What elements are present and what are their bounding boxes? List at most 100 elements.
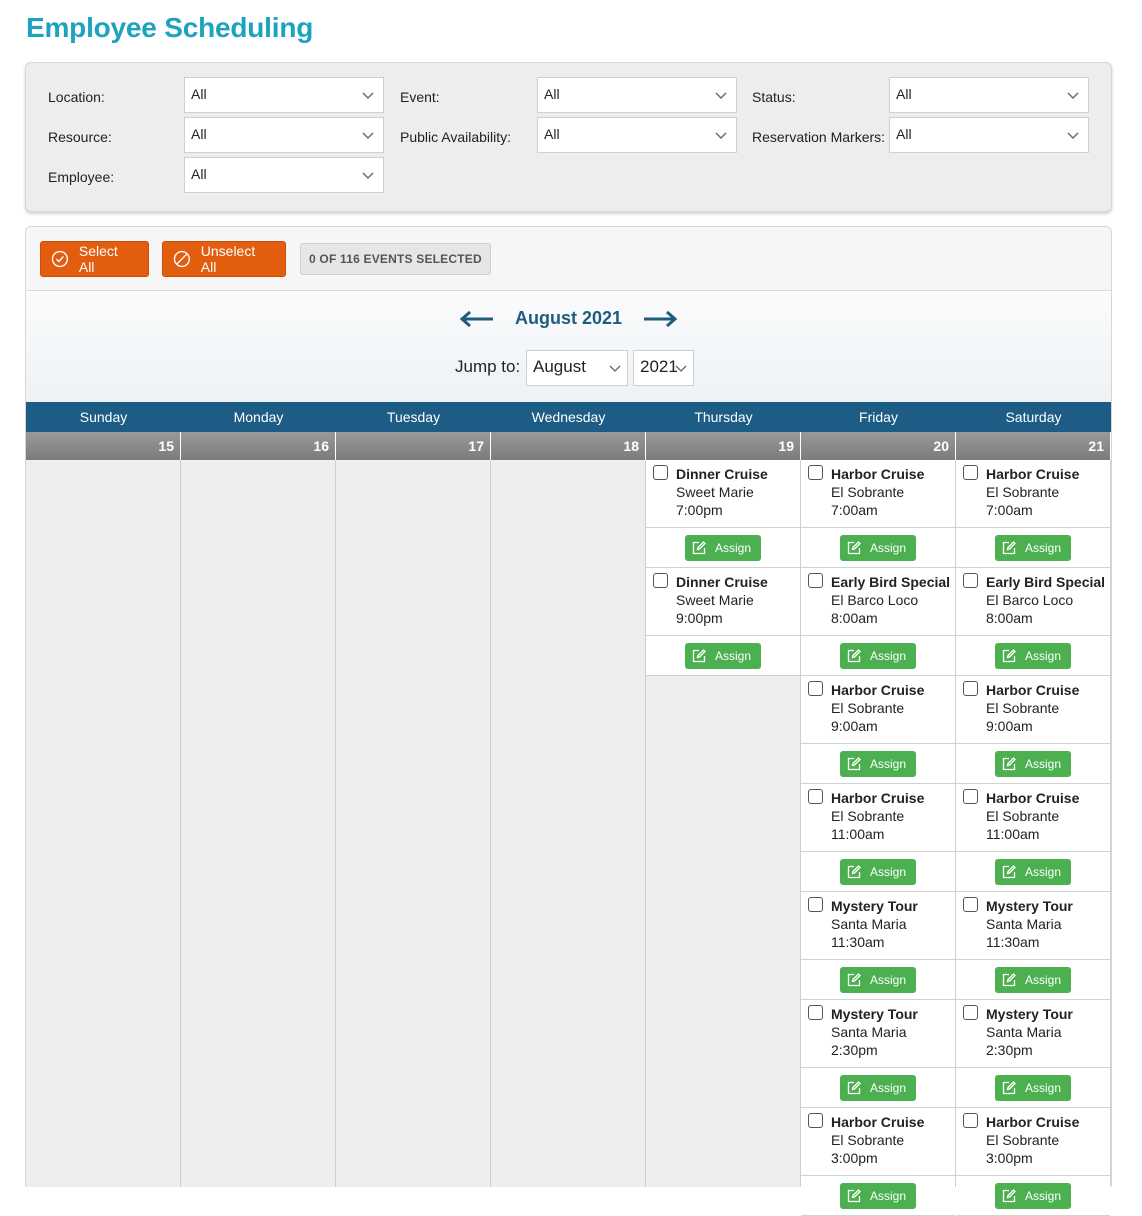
assign-button[interactable]: Assign	[840, 751, 916, 777]
date-header: 15 16 17 18 19 20 21	[26, 432, 1111, 460]
chevron-down-icon	[362, 132, 374, 139]
assign-button[interactable]: Assign	[995, 859, 1071, 885]
event-checkbox[interactable]	[963, 681, 978, 696]
arrow-right-icon[interactable]	[643, 310, 677, 328]
event-time: 8:00am	[831, 610, 878, 626]
assign-button[interactable]: Assign	[685, 535, 761, 561]
event-checkbox[interactable]	[808, 789, 823, 804]
edit-icon	[1002, 649, 1016, 663]
assign-row: Assign	[801, 852, 955, 892]
event-checkbox[interactable]	[808, 897, 823, 912]
weekday-monday: Monday	[233, 409, 284, 425]
assign-button[interactable]: Assign	[840, 859, 916, 885]
event-name: Harbor Cruise	[986, 790, 1080, 806]
event-item: Harbor Cruise El Sobrante 9:00am	[956, 676, 1110, 744]
event-time: 11:00am	[831, 826, 885, 842]
calendar-panel: Select All Unselect All 0 OF 116 EVENTS …	[25, 226, 1112, 1216]
event-vessel: Santa Maria	[986, 1024, 1062, 1040]
jump-year-value: 2021	[640, 357, 678, 376]
event-name: Early Bird Special	[986, 574, 1106, 590]
event-vessel: Santa Maria	[986, 916, 1062, 932]
assign-button[interactable]: Assign	[840, 643, 916, 669]
chevron-down-icon	[715, 92, 727, 99]
jump-year-select[interactable]: 2021	[633, 350, 694, 386]
jump-month-select[interactable]: August	[526, 350, 628, 386]
event-checkbox[interactable]	[808, 465, 823, 480]
reservation-markers-select[interactable]: All	[889, 117, 1089, 153]
event-name: Harbor Cruise	[831, 790, 925, 806]
resource-value: All	[191, 126, 207, 142]
edit-icon	[1002, 1189, 1016, 1203]
event-checkbox[interactable]	[963, 789, 978, 804]
month-title: August 2021	[514, 308, 623, 328]
edit-icon	[1002, 541, 1016, 555]
assign-row: Assign	[801, 636, 955, 676]
event-time: 7:00pm	[676, 502, 723, 518]
assign-row: Assign	[956, 1176, 1110, 1216]
status-select[interactable]: All	[889, 77, 1089, 113]
public-availability-select[interactable]: All	[537, 117, 737, 153]
event-time: 9:00pm	[676, 610, 723, 626]
assign-label: Assign	[1025, 649, 1062, 663]
day-column-filler	[646, 676, 800, 1187]
edit-icon	[847, 541, 861, 555]
event-checkbox[interactable]	[808, 1005, 823, 1020]
assign-row: Assign	[956, 636, 1110, 676]
event-checkbox[interactable]	[963, 465, 978, 480]
event-item: Dinner Cruise Sweet Marie 9:00pm	[646, 568, 800, 636]
day-column: Dinner Cruise Sweet Marie 7:00pm Assign Dinn…	[646, 460, 801, 1187]
assign-button[interactable]: Assign	[995, 751, 1071, 777]
assign-button[interactable]: Assign	[840, 1075, 916, 1101]
assign-label: Assign	[1025, 973, 1062, 987]
jump-month-value: August	[533, 357, 586, 376]
weekday-thursday: Thursday	[694, 409, 753, 425]
event-checkbox[interactable]	[808, 1113, 823, 1128]
assign-button[interactable]: Assign	[840, 1183, 916, 1209]
event-name: Harbor Cruise	[986, 466, 1080, 482]
event-name: Dinner Cruise	[676, 466, 768, 482]
chevron-down-icon	[1067, 92, 1079, 99]
check-circle-icon	[51, 250, 69, 268]
assign-button[interactable]: Assign	[995, 643, 1071, 669]
assign-row: Assign	[801, 1068, 955, 1108]
event-name: Mystery Tour	[831, 898, 918, 914]
edit-icon	[847, 1081, 861, 1095]
assign-button[interactable]: Assign	[840, 967, 916, 993]
unselect-all-button[interactable]: Unselect All	[162, 241, 286, 277]
event-item: Mystery Tour Santa Maria 2:30pm	[801, 1000, 955, 1068]
assign-button[interactable]: Assign	[995, 535, 1071, 561]
event-checkbox[interactable]	[653, 465, 668, 480]
assign-button[interactable]: Assign	[995, 1075, 1071, 1101]
employee-select[interactable]: All	[184, 157, 384, 193]
event-item: Mystery Tour Santa Maria 11:30am	[956, 892, 1110, 960]
event-time: 7:00am	[831, 502, 878, 518]
location-select[interactable]: All	[184, 77, 384, 113]
select-all-button[interactable]: Select All	[40, 241, 149, 277]
event-checkbox[interactable]	[653, 573, 668, 588]
event-value: All	[544, 86, 560, 102]
event-checkbox[interactable]	[808, 573, 823, 588]
event-checkbox[interactable]	[963, 1005, 978, 1020]
weekday-header: Sunday Monday Tuesday Wednesday Thursday…	[26, 402, 1111, 432]
resource-select[interactable]: All	[184, 117, 384, 153]
assign-button[interactable]: Assign	[995, 1183, 1071, 1209]
event-vessel: El Sobrante	[831, 700, 905, 716]
day-column	[336, 460, 491, 1187]
event-checkbox[interactable]	[963, 573, 978, 588]
assign-button[interactable]: Assign	[840, 535, 916, 561]
event-name: Mystery Tour	[986, 1006, 1073, 1022]
event-checkbox[interactable]	[963, 1113, 978, 1128]
event-select[interactable]: All	[537, 77, 737, 113]
assign-button[interactable]: Assign	[995, 967, 1071, 993]
event-vessel: El Sobrante	[986, 484, 1060, 500]
assign-label: Assign	[715, 541, 752, 555]
event-checkbox[interactable]	[963, 897, 978, 912]
event-item: Early Bird Special El Barco Loco 8:00am	[801, 568, 955, 636]
event-checkbox[interactable]	[808, 681, 823, 696]
reservation-markers-label: Reservation Markers:	[752, 129, 886, 145]
assign-label: Assign	[870, 865, 907, 879]
event-time: 11:00am	[986, 826, 1040, 842]
day-column: Harbor Cruise El Sobrante 7:00am Assign Earl…	[956, 460, 1111, 1216]
assign-button[interactable]: Assign	[685, 643, 761, 669]
assign-row: Assign	[646, 528, 800, 568]
